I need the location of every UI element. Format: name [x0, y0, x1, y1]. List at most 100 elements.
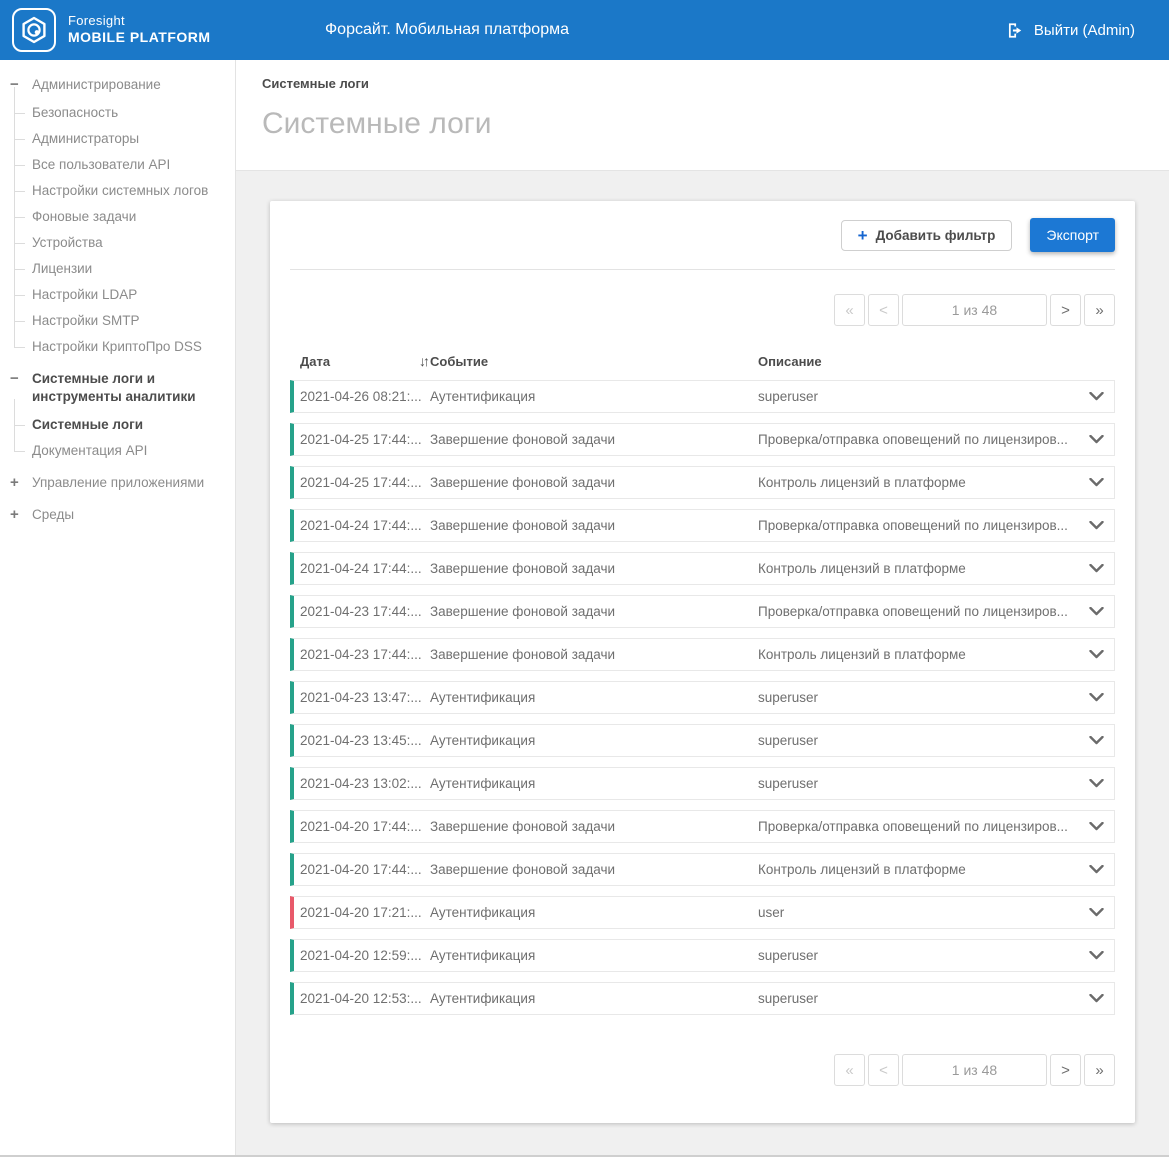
table-row[interactable]: 2021-04-25 17:44:...Завершение фоновой з…: [290, 466, 1115, 499]
sidebar-item[interactable]: Настройки КриптоПро DSS: [32, 334, 235, 360]
sidebar-item[interactable]: Лицензии: [32, 256, 235, 282]
sidebar-section-label: Управление приложениями: [32, 474, 204, 492]
table-row[interactable]: 2021-04-24 17:44:...Завершение фоновой з…: [290, 509, 1115, 542]
row-date: 2021-04-24 17:44:...: [300, 518, 430, 533]
chevron-down-icon[interactable]: [1078, 994, 1114, 1003]
row-description: Проверка/отправка оповещений по лицензир…: [758, 518, 1078, 533]
add-filter-button[interactable]: + Добавить фильтр: [841, 220, 1013, 251]
chevron-down-icon[interactable]: [1078, 822, 1114, 831]
table-row[interactable]: 2021-04-20 17:44:...Завершение фоновой з…: [290, 853, 1115, 886]
sort-icon[interactable]: ↓↑: [419, 353, 430, 369]
row-event: Завершение фоновой задачи: [430, 862, 758, 877]
chevron-down-icon[interactable]: [1078, 650, 1114, 659]
table-row[interactable]: 2021-04-23 17:44:...Завершение фоновой з…: [290, 595, 1115, 628]
row-date: 2021-04-20 17:21:...: [300, 905, 430, 920]
sidebar-section-0: −АдминистрированиеБезопасностьАдминистра…: [0, 70, 235, 360]
sidebar-tree: −АдминистрированиеБезопасностьАдминистра…: [0, 70, 235, 530]
chevron-down-icon[interactable]: [1078, 908, 1114, 917]
row-event: Завершение фоновой задачи: [430, 819, 758, 834]
sidebar-item[interactable]: Системные логи: [32, 412, 235, 438]
sidebar-item[interactable]: Безопасность: [32, 100, 235, 126]
export-button[interactable]: Экспорт: [1030, 218, 1115, 252]
row-event: Завершение фоновой задачи: [430, 518, 758, 533]
chevron-down-icon[interactable]: [1078, 478, 1114, 487]
row-date: 2021-04-25 17:44:...: [300, 475, 430, 490]
prev-page-button[interactable]: <: [868, 1054, 899, 1086]
column-header-event: Событие: [430, 354, 758, 369]
row-description: Контроль лицензий в платформе: [758, 862, 1078, 877]
row-description: Проверка/отправка оповещений по лицензир…: [758, 604, 1078, 619]
sidebar-item[interactable]: Администраторы: [32, 126, 235, 152]
sidebar-item[interactable]: Настройки системных логов: [32, 178, 235, 204]
sidebar-item[interactable]: Устройства: [32, 230, 235, 256]
chevron-down-icon[interactable]: [1078, 779, 1114, 788]
chevron-down-icon[interactable]: [1078, 865, 1114, 874]
row-event: Аутентификация: [430, 948, 758, 963]
chevron-down-icon[interactable]: [1078, 951, 1114, 960]
next-page-button[interactable]: >: [1050, 1054, 1081, 1086]
table-row[interactable]: 2021-04-20 17:44:...Завершение фоновой з…: [290, 810, 1115, 843]
app-logo[interactable]: Foresight MOBILE PLATFORM: [0, 8, 211, 52]
first-page-button[interactable]: «: [834, 1054, 865, 1086]
row-date: 2021-04-24 17:44:...: [300, 561, 430, 576]
chevron-down-icon[interactable]: [1078, 564, 1114, 573]
last-page-button[interactable]: »: [1084, 294, 1115, 326]
chevron-down-icon[interactable]: [1078, 607, 1114, 616]
log-rows: 2021-04-26 08:21:...Аутентификацияsuperu…: [290, 380, 1115, 1015]
row-event: Завершение фоновой задачи: [430, 432, 758, 447]
table-row[interactable]: 2021-04-23 13:47:...Аутентификацияsuperu…: [290, 681, 1115, 714]
chevron-down-icon[interactable]: [1078, 521, 1114, 530]
row-description: user: [758, 905, 1078, 920]
row-event: Завершение фоновой задачи: [430, 604, 758, 619]
row-event: Аутентификация: [430, 389, 758, 404]
chevron-down-icon[interactable]: [1078, 693, 1114, 702]
page-head: Системные логи Системные логи: [236, 60, 1169, 171]
sidebar-section-header[interactable]: −Администрирование: [0, 70, 235, 100]
logo-line2: MOBILE PLATFORM: [68, 29, 211, 45]
table-row[interactable]: 2021-04-20 12:59:...Аутентификацияsuperu…: [290, 939, 1115, 972]
table-row[interactable]: 2021-04-26 08:21:...Аутентификацияsuperu…: [290, 380, 1115, 413]
table-row[interactable]: 2021-04-20 17:21:...Аутентификацияuser: [290, 896, 1115, 929]
sidebar-section-header[interactable]: + Управление приложениями: [0, 468, 235, 498]
sidebar-item[interactable]: Документация API: [32, 438, 235, 464]
logout-label: Выйти (Admin): [1034, 22, 1135, 39]
logs-card: + Добавить фильтр Экспорт «<1 из 48>» Да…: [270, 201, 1135, 1123]
chevron-down-icon[interactable]: [1078, 435, 1114, 444]
sidebar-section-header[interactable]: −Системные логи и инструменты аналитики: [0, 364, 235, 412]
row-event: Аутентификация: [430, 690, 758, 705]
row-event: Аутентификация: [430, 776, 758, 791]
row-description: superuser: [758, 389, 1078, 404]
content-background: + Добавить фильтр Экспорт «<1 из 48>» Да…: [236, 171, 1169, 1155]
sidebar-item[interactable]: Настройки LDAP: [32, 282, 235, 308]
row-description: superuser: [758, 991, 1078, 1006]
prev-page-button[interactable]: <: [868, 294, 899, 326]
last-page-button[interactable]: »: [1084, 1054, 1115, 1086]
next-page-button[interactable]: >: [1050, 294, 1081, 326]
row-description: Проверка/отправка оповещений по лицензир…: [758, 819, 1078, 834]
logout-button[interactable]: Выйти (Admin): [1005, 0, 1135, 60]
table-row[interactable]: 2021-04-24 17:44:...Завершение фоновой з…: [290, 552, 1115, 585]
expand-icon[interactable]: +: [10, 506, 24, 524]
pagination: «<1 из 48>»: [290, 1054, 1115, 1086]
first-page-button[interactable]: «: [834, 294, 865, 326]
row-date: 2021-04-23 17:44:...: [300, 604, 430, 619]
row-date: 2021-04-23 13:45:...: [300, 733, 430, 748]
table-row[interactable]: 2021-04-23 13:45:...Аутентификацияsuperu…: [290, 724, 1115, 757]
table-row[interactable]: 2021-04-25 17:44:...Завершение фоновой з…: [290, 423, 1115, 456]
page-indicator: 1 из 48: [902, 294, 1047, 326]
row-description: superuser: [758, 948, 1078, 963]
row-description: Проверка/отправка оповещений по лицензир…: [758, 432, 1078, 447]
sidebar-item[interactable]: Настройки SMTP: [32, 308, 235, 334]
expand-icon[interactable]: +: [10, 474, 24, 492]
chevron-down-icon[interactable]: [1078, 736, 1114, 745]
sidebar-item[interactable]: Фоновые задачи: [32, 204, 235, 230]
collapse-icon[interactable]: −: [10, 370, 24, 388]
table-row[interactable]: 2021-04-23 17:44:...Завершение фоновой з…: [290, 638, 1115, 671]
table-row[interactable]: 2021-04-20 12:53:...Аутентификацияsuperu…: [290, 982, 1115, 1015]
row-event: Завершение фоновой задачи: [430, 475, 758, 490]
breadcrumb[interactable]: Системные логи: [262, 76, 1169, 91]
chevron-down-icon[interactable]: [1078, 392, 1114, 401]
sidebar-section-header[interactable]: +Среды: [0, 500, 235, 530]
table-row[interactable]: 2021-04-23 13:02:...Аутентификацияsuperu…: [290, 767, 1115, 800]
sidebar-item[interactable]: Все пользователи API: [32, 152, 235, 178]
